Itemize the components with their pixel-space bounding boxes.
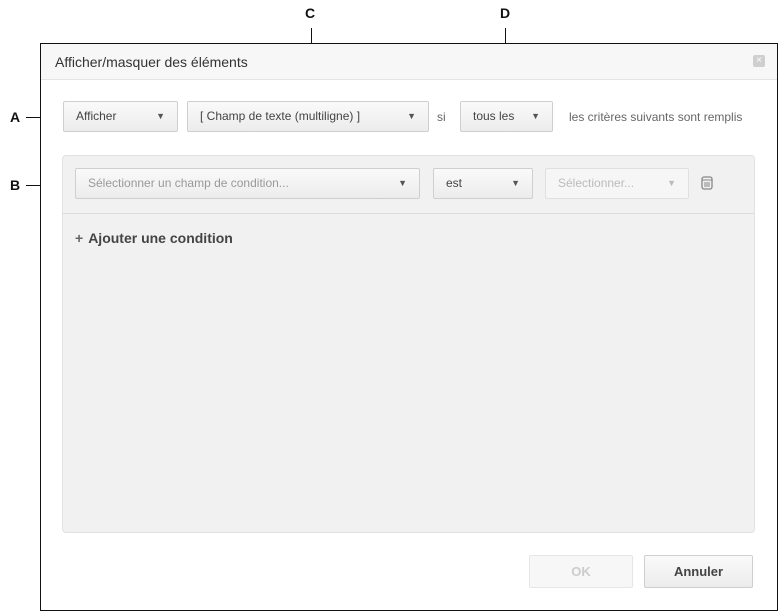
- quantifier-dropdown[interactable]: tous les ▼: [460, 101, 553, 132]
- chevron-down-icon: ▼: [667, 178, 676, 188]
- chevron-down-icon: ▼: [398, 178, 407, 188]
- action-dropdown[interactable]: Afficher ▼: [63, 101, 178, 132]
- plus-icon: +: [75, 230, 84, 246]
- condition-field-placeholder: Sélectionner un champ de condition...: [88, 176, 289, 190]
- dialog-header: Afficher/masquer des éléments ×: [41, 44, 777, 80]
- target-field-dropdown[interactable]: [ Champ de texte (multiligne) ] ▼: [187, 101, 429, 132]
- condition-field-dropdown[interactable]: Sélectionner un champ de condition... ▼: [75, 168, 420, 199]
- condition-value-placeholder: Sélectionner...: [558, 176, 635, 190]
- operator-value: est: [446, 176, 463, 190]
- ok-button[interactable]: OK: [529, 555, 633, 588]
- dialog-title: Afficher/masquer des éléments: [55, 54, 248, 70]
- trash-icon[interactable]: [701, 176, 713, 190]
- cancel-button[interactable]: Annuler: [644, 555, 753, 588]
- panel-divider: [63, 213, 754, 214]
- chevron-down-icon: ▼: [511, 178, 520, 188]
- criteria-label: les critères suivants sont remplis: [569, 110, 743, 124]
- quantifier-value: tous les: [473, 109, 515, 123]
- callout-a: A: [10, 109, 21, 125]
- target-value: [ Champ de texte (multiligne) ]: [200, 109, 361, 123]
- si-label: si: [437, 110, 446, 124]
- add-condition-label: Ajouter une condition: [88, 230, 233, 246]
- callout-b: B: [10, 177, 21, 193]
- chevron-down-icon: ▼: [407, 111, 416, 121]
- operator-dropdown[interactable]: est ▼: [433, 168, 533, 199]
- chevron-down-icon: ▼: [156, 111, 165, 121]
- action-value: Afficher: [76, 109, 117, 123]
- callout-c: C: [305, 5, 316, 21]
- add-condition-link[interactable]: + Ajouter une condition: [75, 230, 233, 246]
- chevron-down-icon: ▼: [531, 111, 540, 121]
- condition-value-dropdown[interactable]: Sélectionner... ▼: [545, 168, 689, 199]
- callout-d: D: [500, 5, 511, 21]
- close-icon[interactable]: ×: [753, 55, 765, 67]
- conditions-panel: Sélectionner un champ de condition... ▼ e…: [62, 155, 755, 533]
- show-hide-dialog: Afficher/masquer des éléments × Afficher…: [40, 43, 778, 611]
